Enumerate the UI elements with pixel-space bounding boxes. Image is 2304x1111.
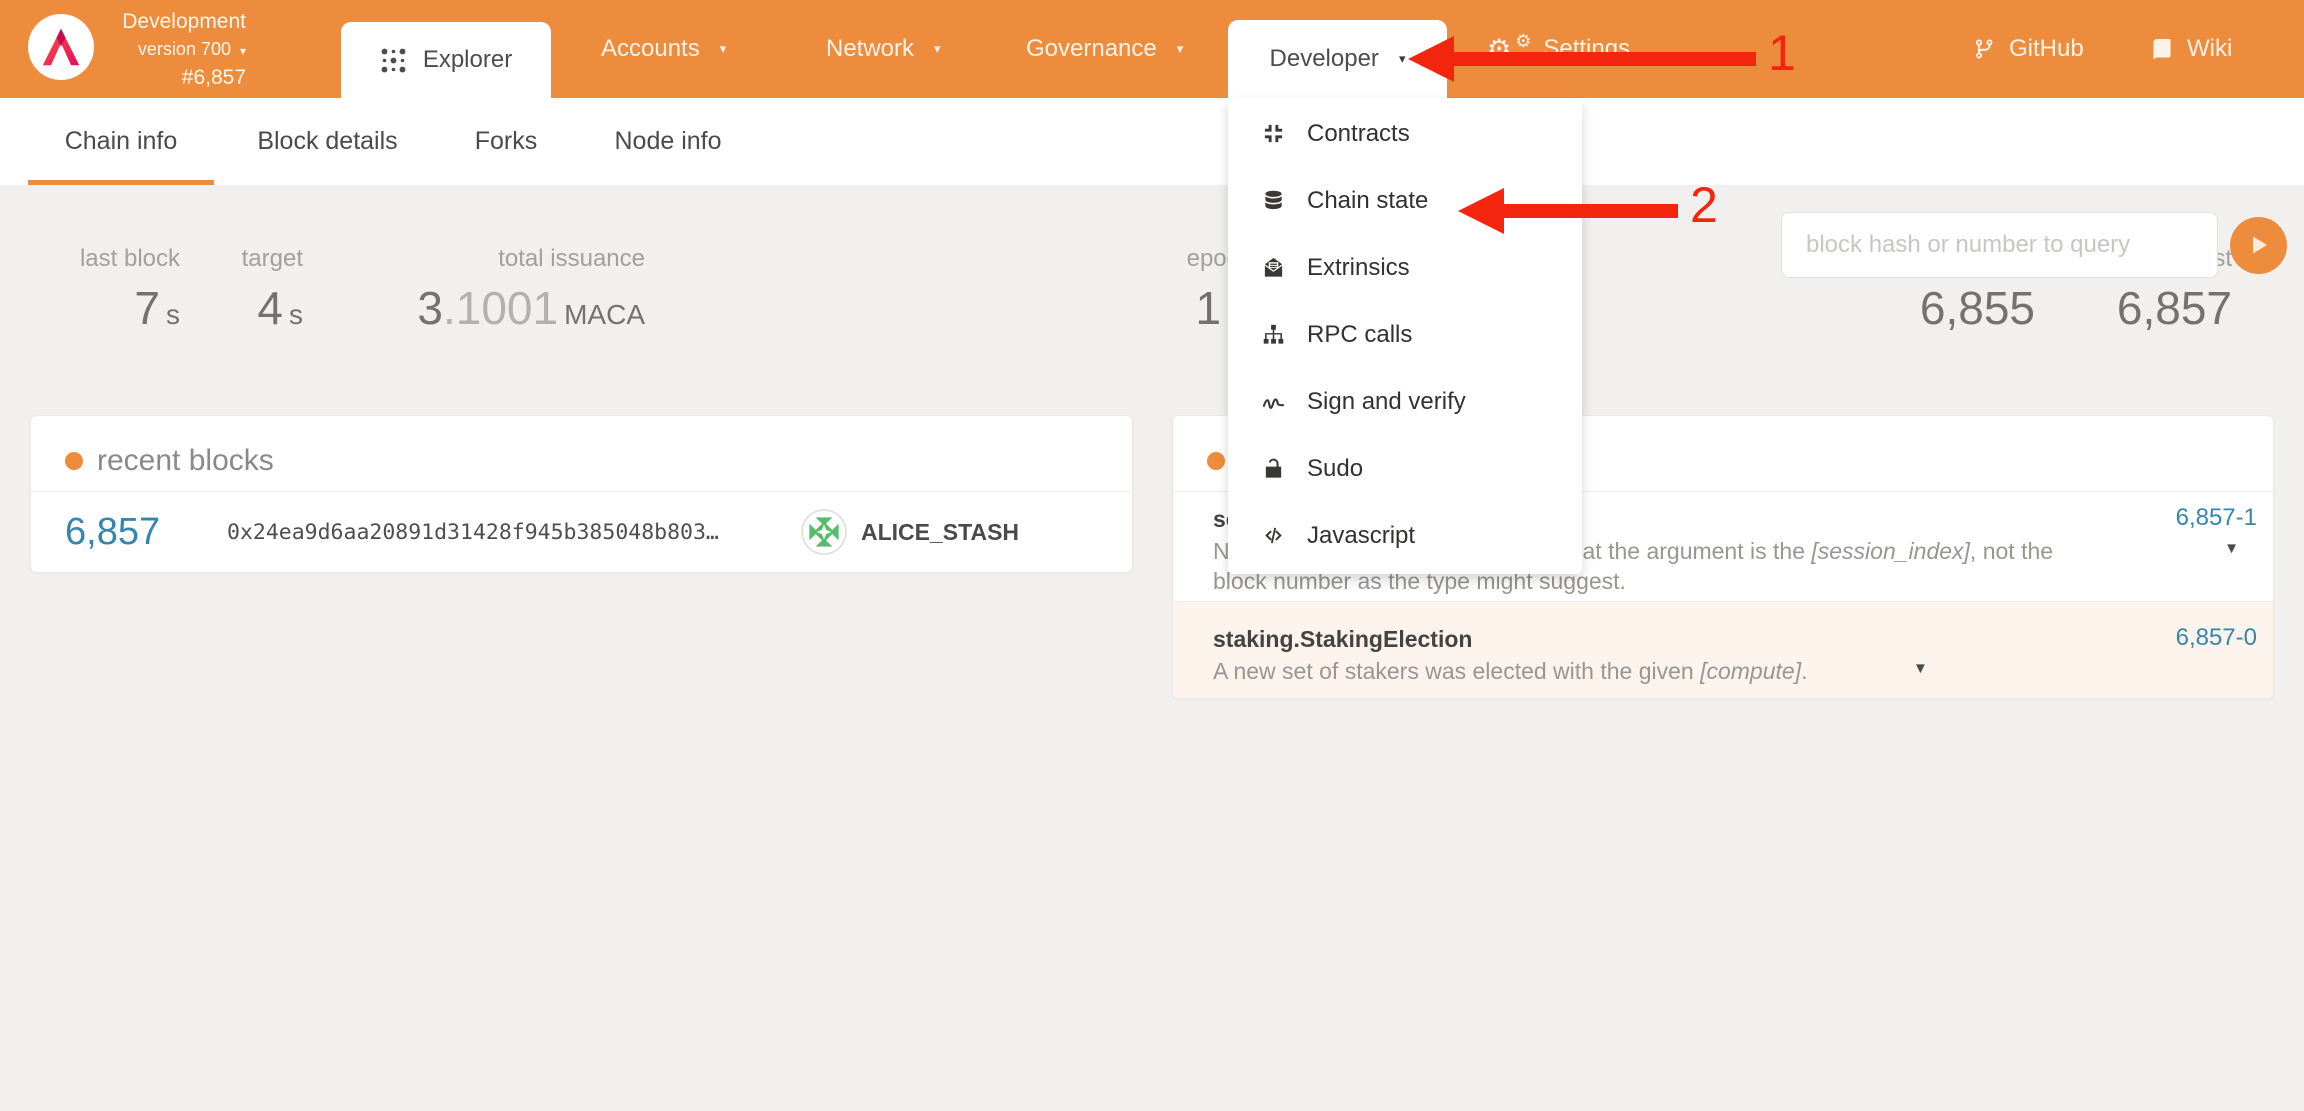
stat-target: target 4s	[203, 245, 303, 335]
menu-item-sudo[interactable]: Sudo	[1228, 435, 1582, 502]
tab-node-info[interactable]: Node info	[589, 98, 747, 185]
tab-chain-info[interactable]: Chain info	[28, 98, 214, 185]
tab-forks[interactable]: Forks	[451, 98, 561, 185]
chevron-down-icon: ▾	[934, 41, 941, 57]
query-submit-button[interactable]	[2230, 217, 2287, 274]
block-author: ALICE_STASH	[801, 509, 1019, 555]
explorer-tab-bar: Chain info Block details Forks Node info	[0, 98, 2304, 185]
nav-label-github: GitHub	[2009, 35, 2084, 63]
chevron-down-icon: ▾	[240, 44, 246, 58]
annotation-arrow-1-head	[1408, 36, 1454, 82]
nav-item-explorer[interactable]: Explorer	[341, 22, 551, 98]
menu-item-extrinsics[interactable]: Extrinsics	[1228, 234, 1582, 301]
tab-block-details[interactable]: Block details	[232, 98, 423, 185]
nav-item-governance[interactable]: Governance ▾	[1026, 0, 1183, 98]
top-navbar: Development version 700▾ #6,857 Explorer…	[0, 0, 2304, 98]
menu-item-contracts[interactable]: Contracts	[1228, 100, 1582, 167]
recent-blocks-panel: recent blocks 6,857 0x24ea9d6aa20891d314…	[30, 415, 1133, 573]
inbox-icon	[1262, 256, 1285, 279]
acala-logo-icon	[38, 24, 84, 70]
annotation-arrow-2-shaft	[1500, 204, 1678, 218]
event-description: A new set of stakers was elected with th…	[1213, 658, 1807, 685]
annotation-arrow-2-head	[1458, 188, 1504, 234]
event-row-highlighted: staking.StakingElection 6,857-0 A new se…	[1173, 601, 2273, 699]
chain-version: version 700▾	[88, 36, 246, 64]
stat-last-block: last block 7s	[20, 245, 180, 335]
book-icon	[2150, 37, 2174, 61]
expand-chevron-icon[interactable]: ▼	[1913, 660, 1928, 677]
annotation-label-2: 2	[1690, 176, 1718, 234]
block-query-input[interactable]	[1781, 212, 2218, 278]
code-branch-icon	[1972, 37, 1996, 61]
block-query-group	[1781, 212, 2287, 278]
code-icon	[1262, 524, 1285, 547]
block-row: 6,857 0x24ea9d6aa20891d31428f945b385048b…	[31, 491, 1132, 572]
chevron-down-icon: ▾	[1177, 41, 1184, 57]
developer-dropdown-menu: Contracts Chain state Extrinsics RPC c	[1228, 98, 1582, 574]
chain-name: Development	[88, 8, 246, 36]
menu-item-javascript[interactable]: Javascript	[1228, 502, 1582, 569]
sitemap-icon	[1262, 323, 1285, 346]
nav-label-governance: Governance	[1026, 35, 1157, 63]
stat-total-issuance: total issuance 3.1001MACA	[345, 245, 645, 335]
author-name: ALICE_STASH	[861, 519, 1019, 546]
nav-item-github[interactable]: GitHub	[1972, 0, 2084, 98]
nav-label-network: Network	[826, 35, 914, 63]
network-logo[interactable]	[28, 14, 94, 80]
nav-label-wiki: Wiki	[2187, 35, 2232, 63]
chevron-down-icon: ▾	[720, 41, 727, 57]
signature-icon	[1262, 390, 1285, 413]
database-icon	[1262, 189, 1285, 212]
nav-item-accounts[interactable]: Accounts ▾	[601, 0, 726, 98]
nav-label-developer: Developer	[1270, 45, 1379, 73]
event-name: staking.StakingElection	[1213, 626, 1472, 653]
nav-label-explorer: Explorer	[423, 46, 512, 74]
play-icon	[2247, 233, 2271, 257]
nav-item-wiki[interactable]: Wiki	[2150, 0, 2232, 98]
compress-icon	[1262, 122, 1285, 145]
event-index-link[interactable]: 6,857-1	[2176, 504, 2257, 532]
nav-item-settings[interactable]: ⚙ ⚙ Settings	[1487, 0, 1630, 98]
chain-info-block[interactable]: Development version 700▾ #6,857	[88, 8, 246, 91]
menu-item-sign-and-verify[interactable]: Sign and verify	[1228, 368, 1582, 435]
identicon[interactable]	[801, 509, 847, 555]
grid-dots-icon	[380, 47, 407, 74]
chevron-down-icon: ▾	[1399, 51, 1406, 67]
block-hash: 0x24ea9d6aa20891d31428f945b385048b803…	[227, 520, 719, 545]
menu-item-chain-state[interactable]: Chain state	[1228, 167, 1582, 234]
bullet-icon	[65, 452, 83, 470]
chain-best-block: #6,857	[88, 64, 246, 91]
bullet-icon	[1207, 452, 1225, 470]
annotation-label-1: 1	[1768, 24, 1796, 82]
stat-epoch: epoch 1hr	[1072, 245, 1252, 335]
block-number-link[interactable]: 6,857	[65, 511, 197, 554]
expand-chevron-icon[interactable]: ▼	[2224, 540, 2239, 557]
recent-blocks-title: recent blocks	[31, 416, 1132, 478]
annotation-arrow-1-shaft	[1450, 52, 1756, 66]
unlock-icon	[1262, 457, 1285, 480]
event-index-link[interactable]: 6,857-0	[2176, 624, 2257, 652]
nav-item-network[interactable]: Network ▾	[826, 0, 941, 98]
menu-item-rpc-calls[interactable]: RPC calls	[1228, 301, 1582, 368]
gear-icon: ⚙	[1515, 31, 1531, 52]
nav-label-accounts: Accounts	[601, 35, 700, 63]
